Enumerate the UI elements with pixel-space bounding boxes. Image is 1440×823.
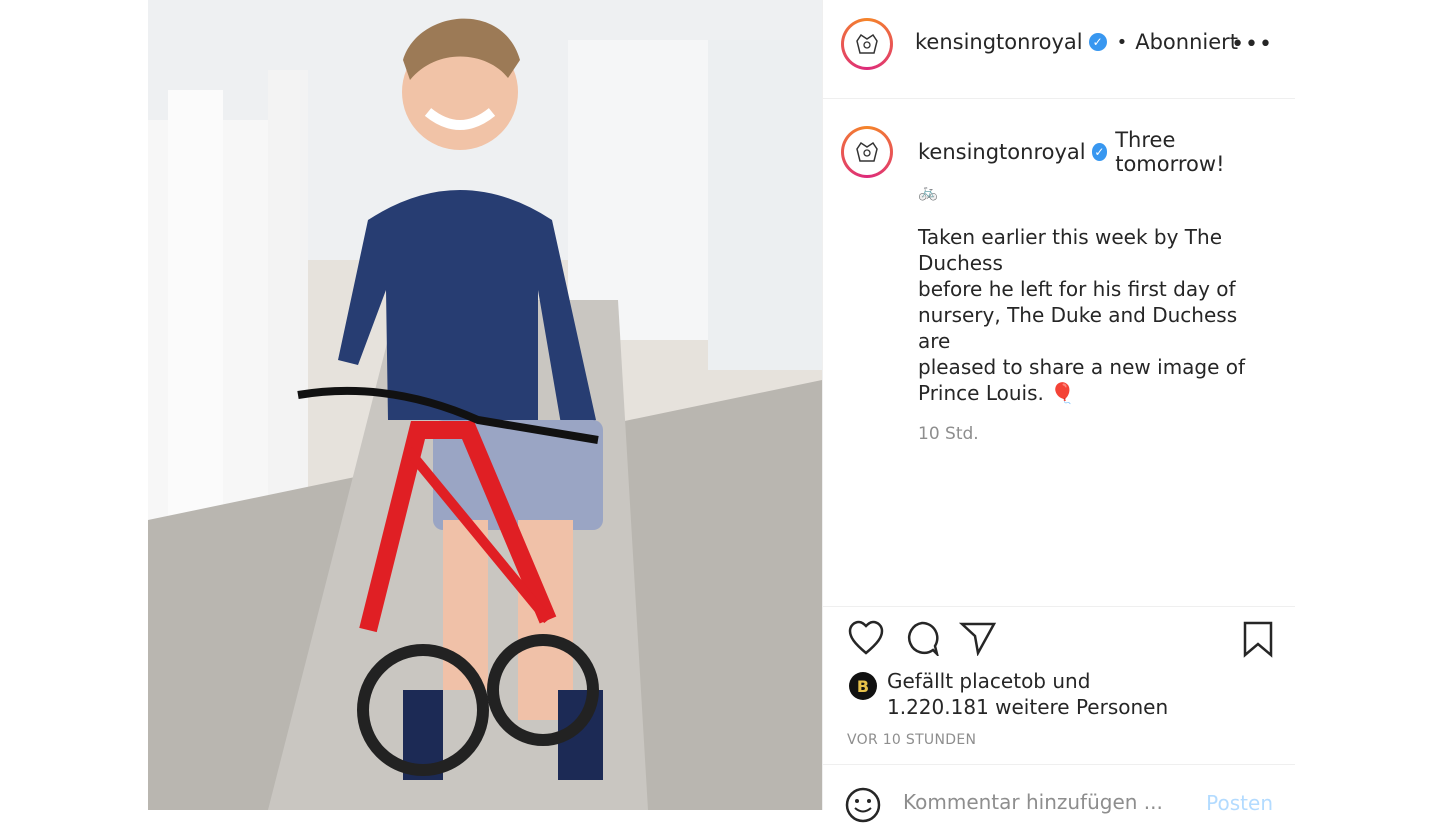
likes-text: Gefällt placetob und 1.220.181 weitere P… bbox=[887, 668, 1168, 720]
share-paper-plane-icon[interactable] bbox=[959, 620, 997, 656]
comment-input[interactable] bbox=[901, 789, 1205, 815]
save-bookmark-icon[interactable] bbox=[1241, 620, 1275, 658]
more-options-icon[interactable]: ••• bbox=[1231, 32, 1273, 57]
post-comment-button[interactable]: Posten bbox=[1206, 791, 1273, 815]
post-actions bbox=[845, 620, 1275, 660]
likes-count[interactable]: 1.220.181 weitere Personen bbox=[887, 695, 1168, 719]
caption-time: 10 Std. bbox=[918, 424, 979, 444]
bicycle-emoji: 🚲 bbox=[918, 182, 938, 201]
verified-badge-icon: ✓ bbox=[1091, 143, 1108, 161]
comment-bubble-icon[interactable] bbox=[903, 620, 941, 656]
header-divider bbox=[823, 98, 1295, 99]
separator-dot: • bbox=[1116, 31, 1128, 53]
caption: kensingtonroyal ✓ Three tomorrow! 🚲 Take… bbox=[918, 128, 1268, 444]
verified-badge-icon: ✓ bbox=[1088, 33, 1107, 51]
caption-avatar[interactable] bbox=[841, 126, 893, 178]
post-header: kensingtonroyal ✓ • Abonniert bbox=[915, 30, 1238, 54]
post-time: VOR 10 STUNDEN bbox=[847, 732, 977, 748]
profile-avatar[interactable] bbox=[841, 18, 893, 70]
likes-row: B Gefällt placetob und 1.220.181 weitere… bbox=[849, 668, 1168, 720]
follow-status-button[interactable]: Abonniert bbox=[1135, 30, 1238, 54]
comment-row: Posten bbox=[823, 764, 1295, 823]
caption-headline: Three tomorrow! bbox=[1115, 128, 1225, 176]
crest-icon bbox=[844, 129, 890, 175]
post-photo-illustration bbox=[148, 0, 822, 810]
liker-username[interactable]: placetob bbox=[959, 669, 1046, 693]
header-username[interactable]: kensingtonroyal bbox=[915, 30, 1083, 54]
caption-body: Taken earlier this week by The Duchess b… bbox=[918, 225, 1246, 405]
post-details-panel: kensingtonroyal ✓ • Abonniert ••• kensin… bbox=[822, 0, 1295, 823]
actions-divider bbox=[823, 606, 1295, 607]
emoji-smile-icon[interactable] bbox=[845, 787, 881, 823]
likes-middle: und bbox=[1052, 669, 1091, 693]
like-heart-icon[interactable] bbox=[847, 620, 885, 656]
likes-prefix: Gefällt bbox=[887, 669, 954, 693]
liker-avatar[interactable]: B bbox=[849, 672, 877, 700]
crest-icon bbox=[844, 21, 890, 67]
caption-username[interactable]: kensingtonroyal bbox=[918, 140, 1086, 164]
post-image[interactable] bbox=[148, 0, 822, 810]
